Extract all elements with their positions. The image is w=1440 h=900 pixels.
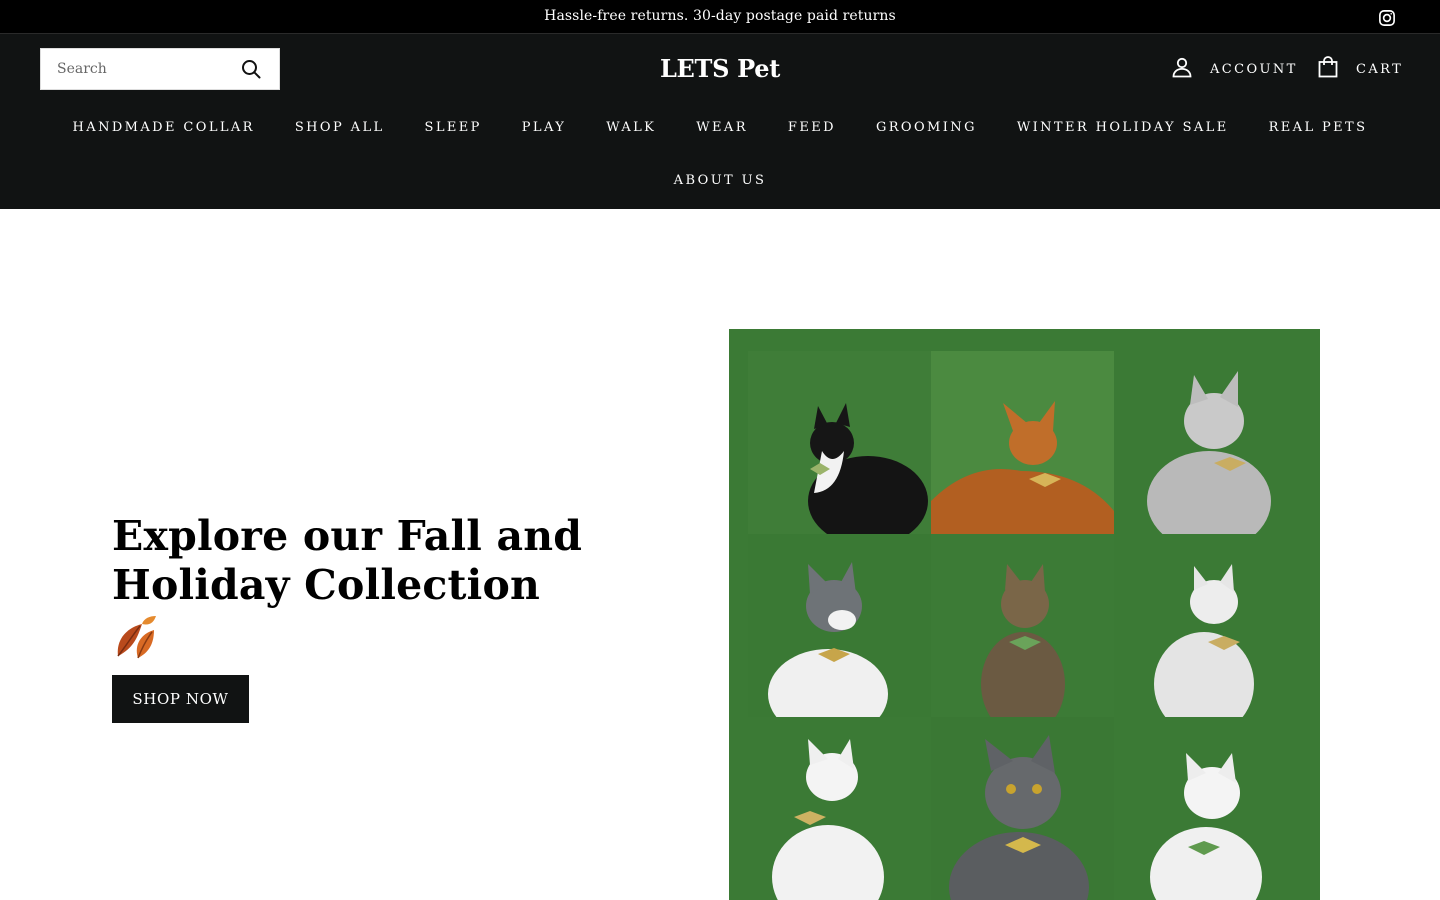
cat-illustration [748, 717, 931, 900]
cat-photo-grid [748, 351, 1298, 900]
nav-item-grooming[interactable]: GROOMING [856, 120, 997, 135]
cart-link[interactable]: CART [1316, 56, 1403, 82]
nav-item-handmade-collar[interactable]: HANDMADE COLLAR [53, 120, 275, 135]
announcement-bar: Hassle-free returns. 30-day postage paid… [0, 0, 1440, 34]
cart-label: CART [1356, 61, 1404, 77]
nav-item-winter-holiday-sale[interactable]: WINTER HOLIDAY SALE [997, 120, 1249, 135]
hero-text-block: Explore our Fall and Holiday Collection [112, 512, 632, 662]
cat-illustration [1114, 534, 1298, 717]
account-link[interactable]: ACCOUNT [1170, 56, 1298, 82]
nav-item-play[interactable]: PLAY [502, 120, 586, 135]
cat-illustration [748, 534, 931, 717]
cat-photo-white-2 [748, 717, 931, 900]
nav-item-walk[interactable]: WALK [586, 120, 676, 135]
cat-illustration [931, 534, 1114, 717]
cat-photo-tuxedo [748, 351, 931, 534]
nav-item-about-us[interactable]: ABOUT US [654, 173, 787, 188]
cat-illustration [1114, 717, 1298, 900]
logo-text[interactable]: LETS Pet [660, 54, 780, 83]
cat-photo-silver-longhair [1114, 351, 1298, 534]
shop-now-button[interactable]: SHOP NOW [112, 675, 249, 723]
cat-illustration [931, 351, 1114, 534]
nav-item-real-pets[interactable]: REAL PETS [1249, 120, 1388, 135]
cat-photo-white-3 [1114, 717, 1298, 900]
main-nav-row-1: HANDMADE COLLAR SHOP ALL SLEEP PLAY WALK… [0, 120, 1440, 135]
cat-illustration [748, 351, 931, 534]
cat-photo-white-1 [1114, 534, 1298, 717]
hero-image[interactable] [729, 329, 1320, 900]
cat-photo-tabby [931, 534, 1114, 717]
cat-photo-gray-shorthair [931, 717, 1114, 900]
nav-item-feed[interactable]: FEED [768, 120, 856, 135]
announcement-text: Hassle-free returns. 30-day postage paid… [544, 8, 896, 24]
main-nav-row-2: ABOUT US [0, 173, 1440, 188]
cat-illustration [931, 717, 1114, 900]
shopping-bag-icon [1316, 55, 1340, 83]
user-icon [1170, 55, 1194, 83]
cat-photo-orange [931, 351, 1114, 534]
cat-illustration [1114, 351, 1298, 534]
nav-item-shop-all[interactable]: SHOP ALL [275, 120, 405, 135]
hero-title: Explore our Fall and Holiday Collection [112, 512, 583, 609]
nav-item-sleep[interactable]: SLEEP [405, 120, 502, 135]
cat-photo-gray-white [748, 534, 931, 717]
nav-item-wear[interactable]: WEAR [676, 120, 768, 135]
instagram-icon[interactable] [1378, 9, 1396, 27]
account-label: ACCOUNT [1210, 61, 1298, 77]
fallen-leaf-icon [112, 612, 166, 662]
site-header: LETS Pet ACCOUNT CART HANDMADE COLLAR SH… [0, 34, 1440, 209]
